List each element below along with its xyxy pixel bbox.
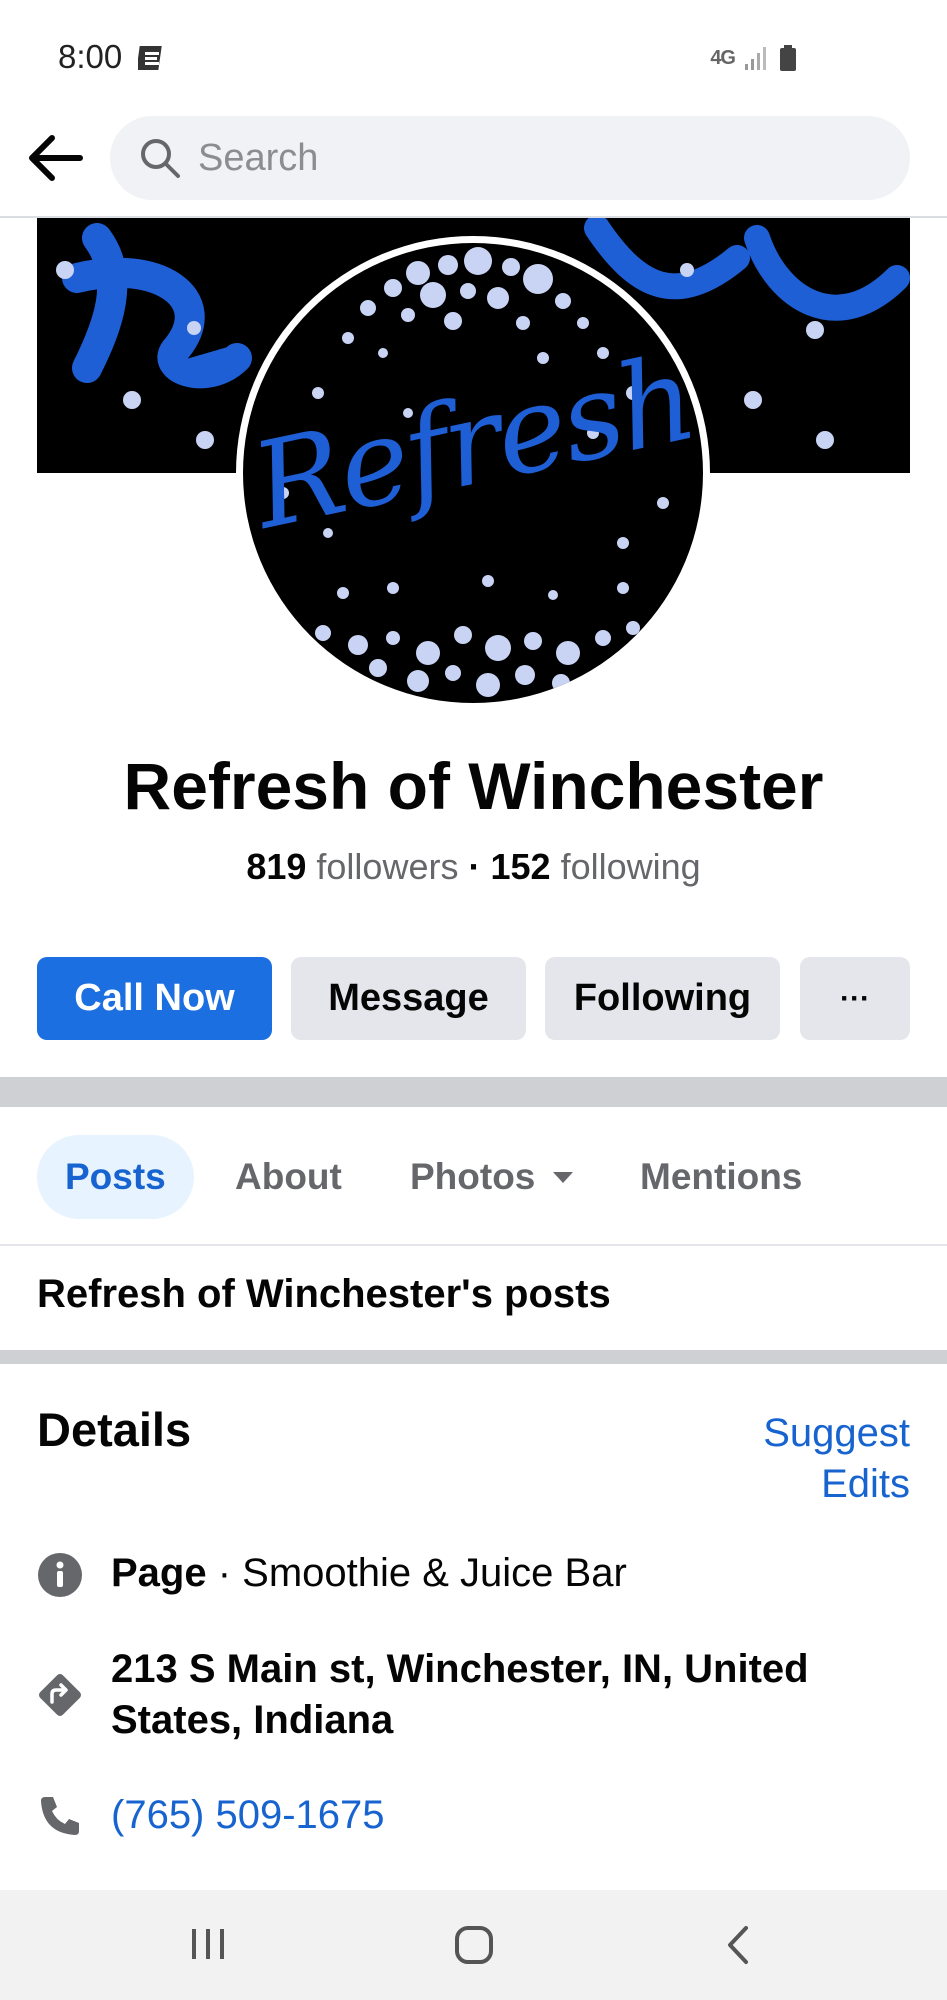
directions-icon (39, 1674, 81, 1716)
call-now-button[interactable]: Call Now (37, 957, 272, 1040)
system-navigation-bar (0, 1890, 947, 2000)
battery-icon (780, 45, 796, 71)
home-icon[interactable] (453, 1924, 495, 1966)
status-time: 8:00 (58, 38, 123, 75)
phone-number-link[interactable]: (765) 509-1675 (111, 1790, 901, 1841)
phone-icon (41, 1797, 79, 1835)
profile-picture-image: Refresh (243, 243, 703, 703)
tab-photos-label: Photos (410, 1156, 536, 1197)
signal-icon (745, 47, 766, 70)
info-icon (38, 1553, 82, 1597)
tab-posts[interactable]: Posts (37, 1135, 194, 1219)
notification-icon (138, 46, 162, 70)
recent-apps-icon[interactable] (188, 1924, 228, 1964)
count-separator: · (468, 846, 481, 887)
following-button[interactable]: Following (545, 957, 780, 1040)
followers-label[interactable]: followers (316, 846, 458, 887)
section-separator (0, 1350, 947, 1364)
address-text[interactable]: 213 S Main st, Winchester, IN, United St… (111, 1644, 901, 1746)
tab-photos[interactable]: Photos (410, 1135, 575, 1219)
search-bar[interactable] (110, 116, 910, 200)
message-button[interactable]: Message (291, 957, 526, 1040)
more-options-button[interactable]: ··· (800, 957, 910, 1040)
back-arrow-icon[interactable] (26, 132, 86, 184)
suggest-edits-link[interactable]: Suggest Edits (710, 1408, 910, 1510)
tab-about[interactable]: About (235, 1135, 342, 1219)
category-value: Smoothie & Juice Bar (242, 1551, 627, 1595)
follow-counts: 819 followers · 152 following (0, 846, 947, 888)
network-label: 4G (710, 46, 736, 69)
chevron-down-icon (553, 1172, 574, 1183)
back-nav-icon[interactable] (722, 1924, 754, 1966)
profile-picture[interactable]: Refresh (236, 236, 710, 710)
search-icon (141, 139, 180, 178)
tabs-divider (0, 1244, 947, 1246)
category-label: Page (111, 1551, 207, 1595)
details-heading: Details (37, 1403, 192, 1456)
page-title: Refresh of Winchester (123, 749, 824, 823)
following-count: 152 (490, 846, 551, 887)
search-input[interactable] (196, 135, 840, 181)
tab-mentions[interactable]: Mentions (640, 1135, 802, 1219)
category-separator: · (206, 1551, 243, 1595)
category-row: Page · Smoothie & Juice Bar (111, 1548, 901, 1599)
section-separator (0, 1077, 947, 1107)
followers-count: 819 (246, 846, 307, 887)
posts-heading: Refresh of Winchester's posts (37, 1272, 611, 1316)
status-indicators: 4G (710, 44, 797, 72)
following-label[interactable]: following (561, 846, 701, 887)
